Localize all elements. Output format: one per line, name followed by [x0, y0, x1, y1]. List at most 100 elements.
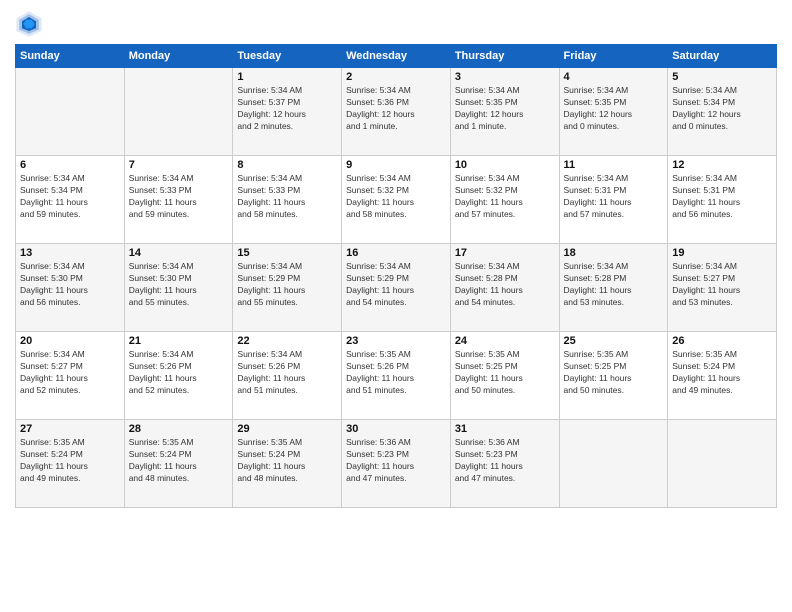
day-number: 5: [672, 71, 772, 83]
day-number: 17: [455, 247, 555, 259]
weekday-header-row: SundayMondayTuesdayWednesdayThursdayFrid…: [16, 45, 777, 68]
weekday-header-saturday: Saturday: [668, 45, 777, 68]
weekday-header-sunday: Sunday: [16, 45, 125, 68]
day-detail: Sunrise: 5:34 AM Sunset: 5:31 PM Dayligh…: [672, 173, 772, 221]
day-number: 2: [346, 71, 446, 83]
day-detail: Sunrise: 5:34 AM Sunset: 5:37 PM Dayligh…: [237, 85, 337, 133]
calendar-cell: 24 Sunrise: 5:35 AM Sunset: 5:25 PM Dayli…: [450, 332, 559, 420]
calendar-week-2: 6 Sunrise: 5:34 AM Sunset: 5:34 PM Daylig…: [16, 156, 777, 244]
calendar-cell: 2 Sunrise: 5:34 AM Sunset: 5:36 PM Daylig…: [342, 68, 451, 156]
day-detail: Sunrise: 5:34 AM Sunset: 5:34 PM Dayligh…: [672, 85, 772, 133]
day-number: 26: [672, 335, 772, 347]
day-number: 19: [672, 247, 772, 259]
calendar-table: SundayMondayTuesdayWednesdayThursdayFrid…: [15, 44, 777, 508]
day-detail: Sunrise: 5:34 AM Sunset: 5:27 PM Dayligh…: [20, 349, 120, 397]
day-detail: Sunrise: 5:35 AM Sunset: 5:25 PM Dayligh…: [564, 349, 664, 397]
day-detail: Sunrise: 5:34 AM Sunset: 5:30 PM Dayligh…: [20, 261, 120, 309]
day-detail: Sunrise: 5:34 AM Sunset: 5:33 PM Dayligh…: [237, 173, 337, 221]
calendar-cell: 13 Sunrise: 5:34 AM Sunset: 5:30 PM Dayli…: [16, 244, 125, 332]
day-detail: Sunrise: 5:34 AM Sunset: 5:35 PM Dayligh…: [455, 85, 555, 133]
calendar-cell: 19Sunrise: 5:34 AM Sunset: 5:27 PM Dayli…: [668, 244, 777, 332]
day-detail: Sunrise: 5:34 AM Sunset: 5:28 PM Dayligh…: [455, 261, 555, 309]
calendar-cell: 5 Sunrise: 5:34 AM Sunset: 5:34 PM Daylig…: [668, 68, 777, 156]
day-number: 10: [455, 159, 555, 171]
calendar-cell: 7 Sunrise: 5:34 AM Sunset: 5:33 PM Daylig…: [124, 156, 233, 244]
day-detail: Sunrise: 5:34 AM Sunset: 5:29 PM Dayligh…: [237, 261, 337, 309]
day-detail: Sunrise: 5:34 AM Sunset: 5:31 PM Dayligh…: [564, 173, 664, 221]
day-detail: Sunrise: 5:34 AM Sunset: 5:28 PM Dayligh…: [564, 261, 664, 309]
calendar-week-1: 1 Sunrise: 5:34 AM Sunset: 5:37 PM Daylig…: [16, 68, 777, 156]
day-detail: Sunrise: 5:34 AM Sunset: 5:30 PM Dayligh…: [129, 261, 229, 309]
day-detail: Sunrise: 5:34 AM Sunset: 5:34 PM Dayligh…: [20, 173, 120, 221]
day-detail: Sunrise: 5:34 AM Sunset: 5:26 PM Dayligh…: [237, 349, 337, 397]
day-number: 7: [129, 159, 229, 171]
day-detail: Sunrise: 5:35 AM Sunset: 5:25 PM Dayligh…: [455, 349, 555, 397]
day-number: 14: [129, 247, 229, 259]
day-detail: Sunrise: 5:34 AM Sunset: 5:36 PM Dayligh…: [346, 85, 446, 133]
day-detail: Sunrise: 5:36 AM Sunset: 5:23 PM Dayligh…: [455, 437, 555, 485]
calendar-cell: 8 Sunrise: 5:34 AM Sunset: 5:33 PM Daylig…: [233, 156, 342, 244]
header: [15, 10, 777, 38]
calendar-cell: 14 Sunrise: 5:34 AM Sunset: 5:30 PM Dayli…: [124, 244, 233, 332]
day-number: 15: [237, 247, 337, 259]
day-number: 22: [237, 335, 337, 347]
day-number: 30: [346, 423, 446, 435]
calendar-cell: 25Sunrise: 5:35 AM Sunset: 5:25 PM Dayli…: [559, 332, 668, 420]
day-detail: Sunrise: 5:34 AM Sunset: 5:33 PM Dayligh…: [129, 173, 229, 221]
calendar-cell: 30 Sunrise: 5:36 AM Sunset: 5:23 PM Dayli…: [342, 420, 451, 508]
calendar-cell: 20 Sunrise: 5:34 AM Sunset: 5:27 PM Dayli…: [16, 332, 125, 420]
day-number: 27: [20, 423, 120, 435]
calendar-cell: [559, 420, 668, 508]
day-number: 9: [346, 159, 446, 171]
calendar-cell: 17 Sunrise: 5:34 AM Sunset: 5:28 PM Dayli…: [450, 244, 559, 332]
calendar-cell: 11 Sunrise: 5:34 AM Sunset: 5:31 PM Dayli…: [559, 156, 668, 244]
day-number: 29: [237, 423, 337, 435]
day-detail: Sunrise: 5:35 AM Sunset: 5:24 PM Dayligh…: [237, 437, 337, 485]
day-detail: Sunrise: 5:35 AM Sunset: 5:24 PM Dayligh…: [129, 437, 229, 485]
calendar-week-5: 27 Sunrise: 5:35 AM Sunset: 5:24 PM Dayli…: [16, 420, 777, 508]
day-number: 16: [346, 247, 446, 259]
calendar-page: SundayMondayTuesdayWednesdayThursdayFrid…: [0, 0, 792, 612]
day-number: 28: [129, 423, 229, 435]
calendar-cell: 12 Sunrise: 5:34 AM Sunset: 5:31 PM Dayli…: [668, 156, 777, 244]
calendar-cell: 15 Sunrise: 5:34 AM Sunset: 5:29 PM Dayli…: [233, 244, 342, 332]
calendar-cell: 4Sunrise: 5:34 AM Sunset: 5:35 PM Daylig…: [559, 68, 668, 156]
logo-icon: [15, 10, 43, 38]
calendar-week-3: 13 Sunrise: 5:34 AM Sunset: 5:30 PM Dayli…: [16, 244, 777, 332]
weekday-header-wednesday: Wednesday: [342, 45, 451, 68]
day-detail: Sunrise: 5:34 AM Sunset: 5:26 PM Dayligh…: [129, 349, 229, 397]
day-number: 11: [564, 159, 664, 171]
day-detail: Sunrise: 5:35 AM Sunset: 5:24 PM Dayligh…: [672, 349, 772, 397]
day-detail: Sunrise: 5:35 AM Sunset: 5:26 PM Dayligh…: [346, 349, 446, 397]
day-number: 20: [20, 335, 120, 347]
calendar-week-4: 20 Sunrise: 5:34 AM Sunset: 5:27 PM Dayli…: [16, 332, 777, 420]
calendar-cell: 6 Sunrise: 5:34 AM Sunset: 5:34 PM Daylig…: [16, 156, 125, 244]
calendar-cell: 22 Sunrise: 5:34 AM Sunset: 5:26 PM Dayli…: [233, 332, 342, 420]
day-detail: Sunrise: 5:34 AM Sunset: 5:29 PM Dayligh…: [346, 261, 446, 309]
weekday-header-thursday: Thursday: [450, 45, 559, 68]
day-number: 8: [237, 159, 337, 171]
day-detail: Sunrise: 5:34 AM Sunset: 5:35 PM Dayligh…: [564, 85, 664, 133]
day-detail: Sunrise: 5:34 AM Sunset: 5:32 PM Dayligh…: [346, 173, 446, 221]
calendar-cell: 1 Sunrise: 5:34 AM Sunset: 5:37 PM Daylig…: [233, 68, 342, 156]
day-number: 12: [672, 159, 772, 171]
calendar-cell: 9 Sunrise: 5:34 AM Sunset: 5:32 PM Daylig…: [342, 156, 451, 244]
day-detail: Sunrise: 5:36 AM Sunset: 5:23 PM Dayligh…: [346, 437, 446, 485]
day-number: 1: [237, 71, 337, 83]
calendar-cell: 31Sunrise: 5:36 AM Sunset: 5:23 PM Dayli…: [450, 420, 559, 508]
day-detail: Sunrise: 5:35 AM Sunset: 5:24 PM Dayligh…: [20, 437, 120, 485]
day-number: 6: [20, 159, 120, 171]
calendar-cell: 29 Sunrise: 5:35 AM Sunset: 5:24 PM Dayli…: [233, 420, 342, 508]
calendar-cell: [668, 420, 777, 508]
weekday-header-tuesday: Tuesday: [233, 45, 342, 68]
calendar-cell: [124, 68, 233, 156]
calendar-cell: 23 Sunrise: 5:35 AM Sunset: 5:26 PM Dayli…: [342, 332, 451, 420]
calendar-cell: 18Sunrise: 5:34 AM Sunset: 5:28 PM Dayli…: [559, 244, 668, 332]
day-detail: Sunrise: 5:34 AM Sunset: 5:32 PM Dayligh…: [455, 173, 555, 221]
calendar-cell: 27 Sunrise: 5:35 AM Sunset: 5:24 PM Dayli…: [16, 420, 125, 508]
weekday-header-friday: Friday: [559, 45, 668, 68]
day-number: 23: [346, 335, 446, 347]
weekday-header-monday: Monday: [124, 45, 233, 68]
day-number: 13: [20, 247, 120, 259]
day-number: 24: [455, 335, 555, 347]
